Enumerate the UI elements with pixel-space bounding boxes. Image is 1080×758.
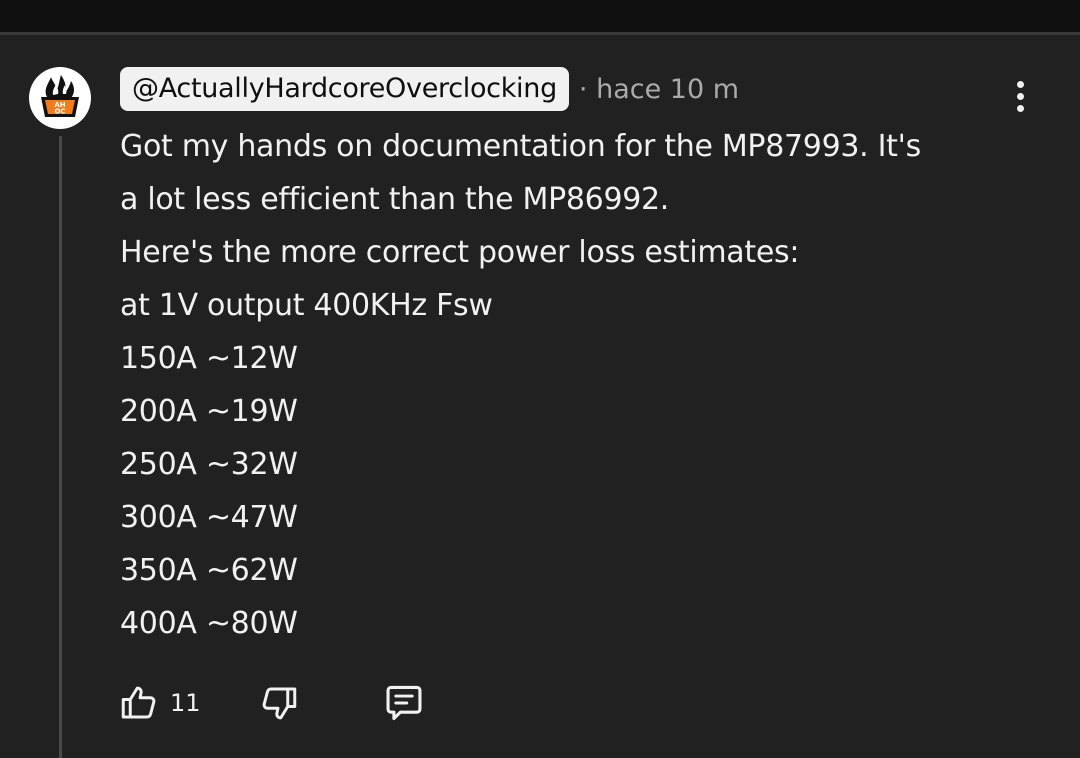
reply-button[interactable] — [382, 678, 426, 728]
author-handle[interactable]: @ActuallyHardcoreOverclocking — [120, 67, 569, 111]
comment-header: @ActuallyHardcoreOverclocking · hace 10 … — [120, 66, 739, 112]
like-button[interactable]: 11 — [118, 678, 201, 728]
avatar[interactable]: AH OC — [29, 67, 91, 129]
menu-dot — [1016, 92, 1024, 100]
comment-line: Got my hands on documentation for the MP… — [120, 129, 921, 164]
comment-icon — [386, 685, 422, 721]
thumbs-up-icon — [121, 686, 156, 719]
top-bar — [0, 0, 1080, 32]
comment-actions: 11 — [118, 678, 458, 728]
comment-line: a lot less efficient than the MP86992. — [120, 182, 670, 217]
dislike-button[interactable] — [258, 678, 300, 728]
comment-line: 400A ~80W — [120, 606, 298, 641]
like-count: 11 — [170, 689, 201, 717]
comment-line: 250A ~32W — [120, 447, 298, 482]
menu-dot — [1016, 104, 1024, 112]
thread-line — [59, 136, 62, 758]
comment-meta: · hace 10 m — [579, 74, 739, 105]
flame-logo-icon: AH OC — [41, 75, 79, 117]
comment-line: 200A ~19W — [120, 394, 298, 429]
comment-line: 150A ~12W — [120, 341, 298, 376]
timestamp: hace 10 m — [596, 73, 740, 105]
comment-line: 350A ~62W — [120, 553, 298, 588]
svg-text:OC: OC — [54, 108, 65, 116]
comment-line: Here's the more correct power loss estim… — [120, 235, 800, 270]
comment-body: Got my hands on documentation for the MP… — [120, 120, 1020, 650]
separator-dot: · — [578, 73, 588, 105]
more-vert-icon[interactable] — [1004, 76, 1036, 116]
divider — [0, 32, 1080, 35]
comment-line: 300A ~47W — [120, 500, 298, 535]
thumbs-down-icon — [262, 687, 297, 720]
menu-dot — [1016, 80, 1024, 88]
comment-line: at 1V output 400KHz Fsw — [120, 288, 493, 323]
